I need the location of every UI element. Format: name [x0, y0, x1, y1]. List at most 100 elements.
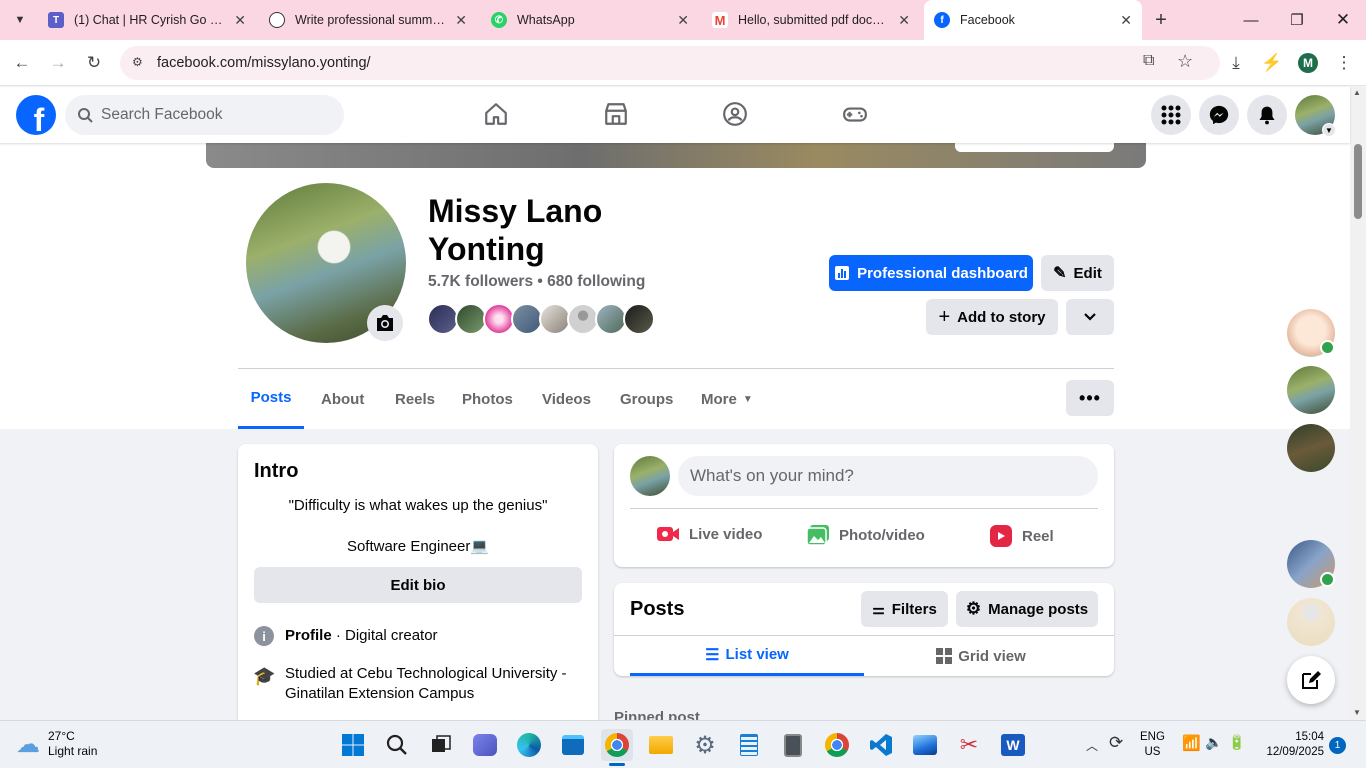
tab-posts[interactable]: Posts	[238, 369, 304, 429]
contact-avatar[interactable]	[1287, 424, 1335, 472]
task-view-icon	[432, 735, 451, 752]
edit-bio-button[interactable]: Edit bio	[254, 567, 582, 603]
start-button[interactable]	[337, 729, 369, 761]
followers-count[interactable]: 5.7K followers • 680 following	[428, 273, 645, 291]
nav-home[interactable]	[483, 101, 509, 132]
downloads-icon[interactable]: ⤓	[1222, 49, 1250, 77]
notifications-button[interactable]	[1247, 95, 1287, 135]
contact-avatar[interactable]	[1287, 598, 1335, 646]
close-tab-icon[interactable]: ✕	[677, 12, 689, 29]
camera-button[interactable]	[367, 305, 403, 341]
close-tab-icon[interactable]: ✕	[1120, 12, 1132, 29]
sync-icon[interactable]: ⟳	[1109, 733, 1123, 753]
extensions-icon[interactable]: ⚡	[1258, 49, 1286, 77]
maximize-button[interactable]: ❐	[1274, 0, 1320, 40]
calculator-app[interactable]	[777, 729, 809, 761]
browser-tab-teams[interactable]: T (1) Chat | HR Cyrish Go | Mic ✕	[38, 4, 256, 36]
live-video-button[interactable]: Live video	[656, 524, 762, 544]
tab-about[interactable]: About	[321, 369, 364, 429]
browser-tab-whatsapp[interactable]: ✆ WhatsApp ✕	[481, 4, 699, 36]
tab-groups[interactable]: Groups	[620, 369, 673, 429]
new-message-button[interactable]	[1287, 656, 1335, 704]
word-app[interactable]: W	[997, 729, 1029, 761]
chrome-app[interactable]	[601, 729, 633, 766]
contact-avatar[interactable]	[1287, 366, 1335, 414]
language-indicator[interactable]: ENG US	[1140, 730, 1165, 760]
gear-icon: ⚙	[965, 599, 982, 618]
profile-dropdown-button[interactable]	[1066, 299, 1114, 335]
reload-icon[interactable]: ↻	[80, 49, 108, 77]
close-tab-icon[interactable]: ✕	[234, 12, 246, 29]
task-view-button[interactable]	[425, 729, 457, 761]
chrome-menu-icon[interactable]: ⋮	[1330, 49, 1358, 77]
facebook-search[interactable]: Search Facebook	[65, 95, 344, 135]
chrome-profile-app[interactable]	[821, 729, 853, 761]
nav-marketplace[interactable]	[603, 101, 629, 132]
chrome-profile-avatar[interactable]: M	[1298, 53, 1318, 73]
close-tab-icon[interactable]: ✕	[898, 12, 910, 29]
clock[interactable]: 15:04 12/09/2025	[1262, 730, 1324, 760]
nav-groups[interactable]	[722, 101, 748, 132]
file-explorer-app[interactable]	[645, 729, 677, 761]
snipping-tool-app[interactable]: ✂	[953, 729, 985, 761]
browser-tab-gmail[interactable]: M Hello, submitted pdf docum ✕	[702, 4, 920, 36]
scrollbar-thumb[interactable]	[1354, 144, 1362, 219]
tab-photos[interactable]: Photos	[462, 369, 513, 429]
composer-avatar[interactable]	[630, 456, 670, 496]
store-app[interactable]	[557, 729, 589, 761]
show-hidden-icons[interactable]: ︿	[1086, 737, 1098, 754]
forward-icon[interactable]: →	[44, 49, 72, 77]
battery-icon[interactable]: 🔋	[1228, 734, 1245, 751]
manage-posts-button[interactable]: ⚙ Manage posts	[956, 591, 1098, 627]
tab-search-button[interactable]: ▼	[8, 8, 32, 32]
messenger-button[interactable]	[1199, 95, 1239, 135]
close-tab-icon[interactable]: ✕	[455, 12, 467, 29]
tab-more[interactable]: More ▼	[701, 369, 753, 429]
facebook-logo[interactable]: f	[16, 95, 56, 135]
taskbar-search[interactable]	[381, 729, 413, 761]
site-info-icon[interactable]: ⚙	[132, 55, 143, 69]
friend-avatar[interactable]	[623, 303, 655, 335]
scroll-down-arrow[interactable]: ▼	[1353, 708, 1361, 717]
back-icon[interactable]: ←	[8, 49, 36, 77]
composer-input[interactable]: What's on your mind?	[678, 456, 1098, 496]
photos-app[interactable]	[909, 729, 941, 761]
nav-gaming[interactable]	[842, 101, 868, 132]
bookmark-star-icon[interactable]: ☆	[1177, 51, 1193, 72]
facebook-icon: f	[934, 12, 950, 28]
edge-app[interactable]	[513, 729, 545, 761]
more-options-button[interactable]: •••	[1066, 380, 1114, 416]
teams-chat-app[interactable]	[469, 729, 501, 761]
close-window-button[interactable]: ✕	[1320, 0, 1366, 40]
photo-video-button[interactable]: Photo/video	[806, 524, 925, 546]
reel-button[interactable]: Reel	[989, 524, 1054, 548]
notification-badge[interactable]: 1	[1329, 737, 1346, 754]
install-app-icon[interactable]: ⧉	[1143, 52, 1154, 70]
account-chevron-icon[interactable]: ▼	[1322, 123, 1336, 137]
new-tab-button[interactable]: +	[1149, 8, 1173, 32]
address-bar[interactable]: ⚙ facebook.com/missylano.yonting/ ⧉ ☆	[120, 46, 1220, 80]
browser-tab-chatgpt[interactable]: Write professional summary ✕	[259, 4, 477, 36]
settings-app[interactable]: ⚙	[689, 729, 721, 761]
notepad-app[interactable]	[733, 729, 765, 761]
volume-icon[interactable]: 🔈	[1205, 734, 1222, 751]
edit-profile-button[interactable]: ✎ Edit	[1041, 255, 1114, 291]
professional-dashboard-button[interactable]: Professional dashboard	[829, 255, 1033, 291]
minimize-button[interactable]: —	[1228, 0, 1274, 40]
tab-videos[interactable]: Videos	[542, 369, 591, 429]
page-scrollbar[interactable]: ▲ ▼	[1350, 88, 1366, 720]
browser-tab-facebook[interactable]: f Facebook ✕	[924, 0, 1142, 40]
facebook-header: f Search Facebook ▼	[0, 87, 1350, 143]
vscode-app[interactable]	[865, 729, 897, 761]
store-icon	[562, 735, 584, 755]
list-view-tab[interactable]: ☰ List view	[630, 636, 864, 676]
scroll-up-arrow[interactable]: ▲	[1353, 88, 1361, 97]
menu-button[interactable]	[1151, 95, 1191, 135]
add-to-story-button[interactable]: + Add to story	[926, 299, 1058, 335]
wifi-icon[interactable]: 📶	[1182, 734, 1201, 752]
grid-view-tab[interactable]: Grid view	[864, 636, 1098, 676]
weather-widget[interactable]: ☁ 27°C Light rain	[16, 729, 97, 759]
edit-cover-button[interactable]	[955, 143, 1114, 152]
tab-reels[interactable]: Reels	[395, 369, 435, 429]
filters-button[interactable]: ⚌ Filters	[861, 591, 948, 627]
